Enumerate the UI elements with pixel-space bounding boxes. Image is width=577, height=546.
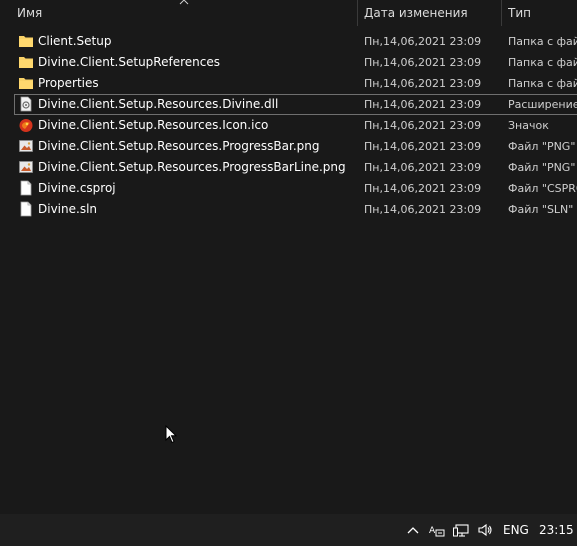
file-row[interactable]: Divine.Client.Setup.Resources.ProgressBa…: [0, 136, 577, 157]
file-name: Divine.Client.Setup.Resources.ProgressBa…: [38, 160, 346, 174]
file-name: Divine.Client.Setup.Resources.Icon.ico: [38, 118, 269, 132]
column-header-bar: Имя Дата изменения Тип: [0, 0, 577, 26]
file-date: Пн,14,06,2021 23:09: [364, 203, 482, 216]
file-name: Divine.Client.Setup.Resources.ProgressBa…: [38, 139, 320, 153]
file-type: Файл "CSPRO: [508, 182, 577, 195]
file-date: Пн,14,06,2021 23:09: [364, 182, 482, 195]
keyboard-input-icon[interactable]: A: [429, 522, 445, 538]
clock[interactable]: 23:15: [539, 514, 574, 546]
column-divider[interactable]: [357, 0, 358, 26]
file-explorer: Имя Дата изменения Тип Client.Setup Пн,1…: [0, 0, 577, 514]
file-date: Пн,14,06,2021 23:09: [364, 98, 482, 111]
file-name: Divine.csproj: [38, 181, 116, 195]
document-icon: [18, 201, 34, 217]
file-date: Пн,14,06,2021 23:09: [364, 56, 482, 69]
file-row[interactable]: Divine.sln Пн,14,06,2021 23:09 Файл "SLN…: [0, 199, 577, 220]
language-indicator[interactable]: ENG: [503, 514, 529, 546]
file-list: Client.Setup Пн,14,06,2021 23:09 Папка с…: [0, 31, 577, 220]
file-type: Папка с фай: [508, 35, 577, 48]
dll-file-icon: [18, 96, 34, 112]
svg-text:A: A: [429, 526, 436, 536]
file-name: Client.Setup: [38, 34, 112, 48]
file-type: Значок: [508, 119, 549, 132]
file-date: Пн,14,06,2021 23:09: [364, 119, 482, 132]
column-divider[interactable]: [501, 0, 502, 26]
file-type: Файл "PNG": [508, 161, 576, 174]
column-header-name[interactable]: Имя: [17, 0, 357, 26]
folder-icon: [18, 33, 34, 49]
volume-icon[interactable]: [477, 522, 493, 538]
file-type: Файл "PNG": [508, 140, 576, 153]
file-row[interactable]: Divine.Client.Setup.Resources.Icon.ico П…: [0, 115, 577, 136]
column-header-date[interactable]: Дата изменения: [364, 0, 500, 26]
file-row[interactable]: Client.Setup Пн,14,06,2021 23:09 Папка с…: [0, 31, 577, 52]
taskbar: A ENG 23:15: [0, 514, 577, 546]
file-type: Файл "SLN": [508, 203, 574, 216]
file-date: Пн,14,06,2021 23:09: [364, 140, 482, 153]
file-date: Пн,14,06,2021 23:09: [364, 77, 482, 90]
file-type: Расширение: [508, 98, 577, 111]
file-row[interactable]: Properties Пн,14,06,2021 23:09 Папка с ф…: [0, 73, 577, 94]
file-type: Папка с фай: [508, 56, 577, 69]
file-type: Папка с фай: [508, 77, 577, 90]
ico-file-icon: [18, 117, 34, 133]
mouse-cursor-icon: [165, 424, 178, 444]
file-row-focused[interactable]: Divine.Client.Setup.Resources.Divine.dll…: [0, 94, 577, 115]
show-hidden-icons-chevron-icon[interactable]: [405, 522, 421, 538]
file-row[interactable]: Divine.Client.SetupReferences Пн,14,06,2…: [0, 52, 577, 73]
column-header-type[interactable]: Тип: [508, 0, 577, 26]
document-icon: [18, 180, 34, 196]
file-row[interactable]: Divine.csproj Пн,14,06,2021 23:09 Файл "…: [0, 178, 577, 199]
png-file-icon: [18, 159, 34, 175]
file-name: Divine.Client.SetupReferences: [38, 55, 220, 69]
file-name: Divine.sln: [38, 202, 98, 216]
file-name: Properties: [38, 76, 99, 90]
file-name: Divine.Client.Setup.Resources.Divine.dll: [38, 97, 279, 111]
folder-icon: [18, 75, 34, 91]
file-date: Пн,14,06,2021 23:09: [364, 161, 482, 174]
folder-icon: [18, 54, 34, 70]
file-date: Пн,14,06,2021 23:09: [364, 35, 482, 48]
network-icon[interactable]: [453, 522, 469, 538]
png-file-icon: [18, 138, 34, 154]
file-row[interactable]: Divine.Client.Setup.Resources.ProgressBa…: [0, 157, 577, 178]
